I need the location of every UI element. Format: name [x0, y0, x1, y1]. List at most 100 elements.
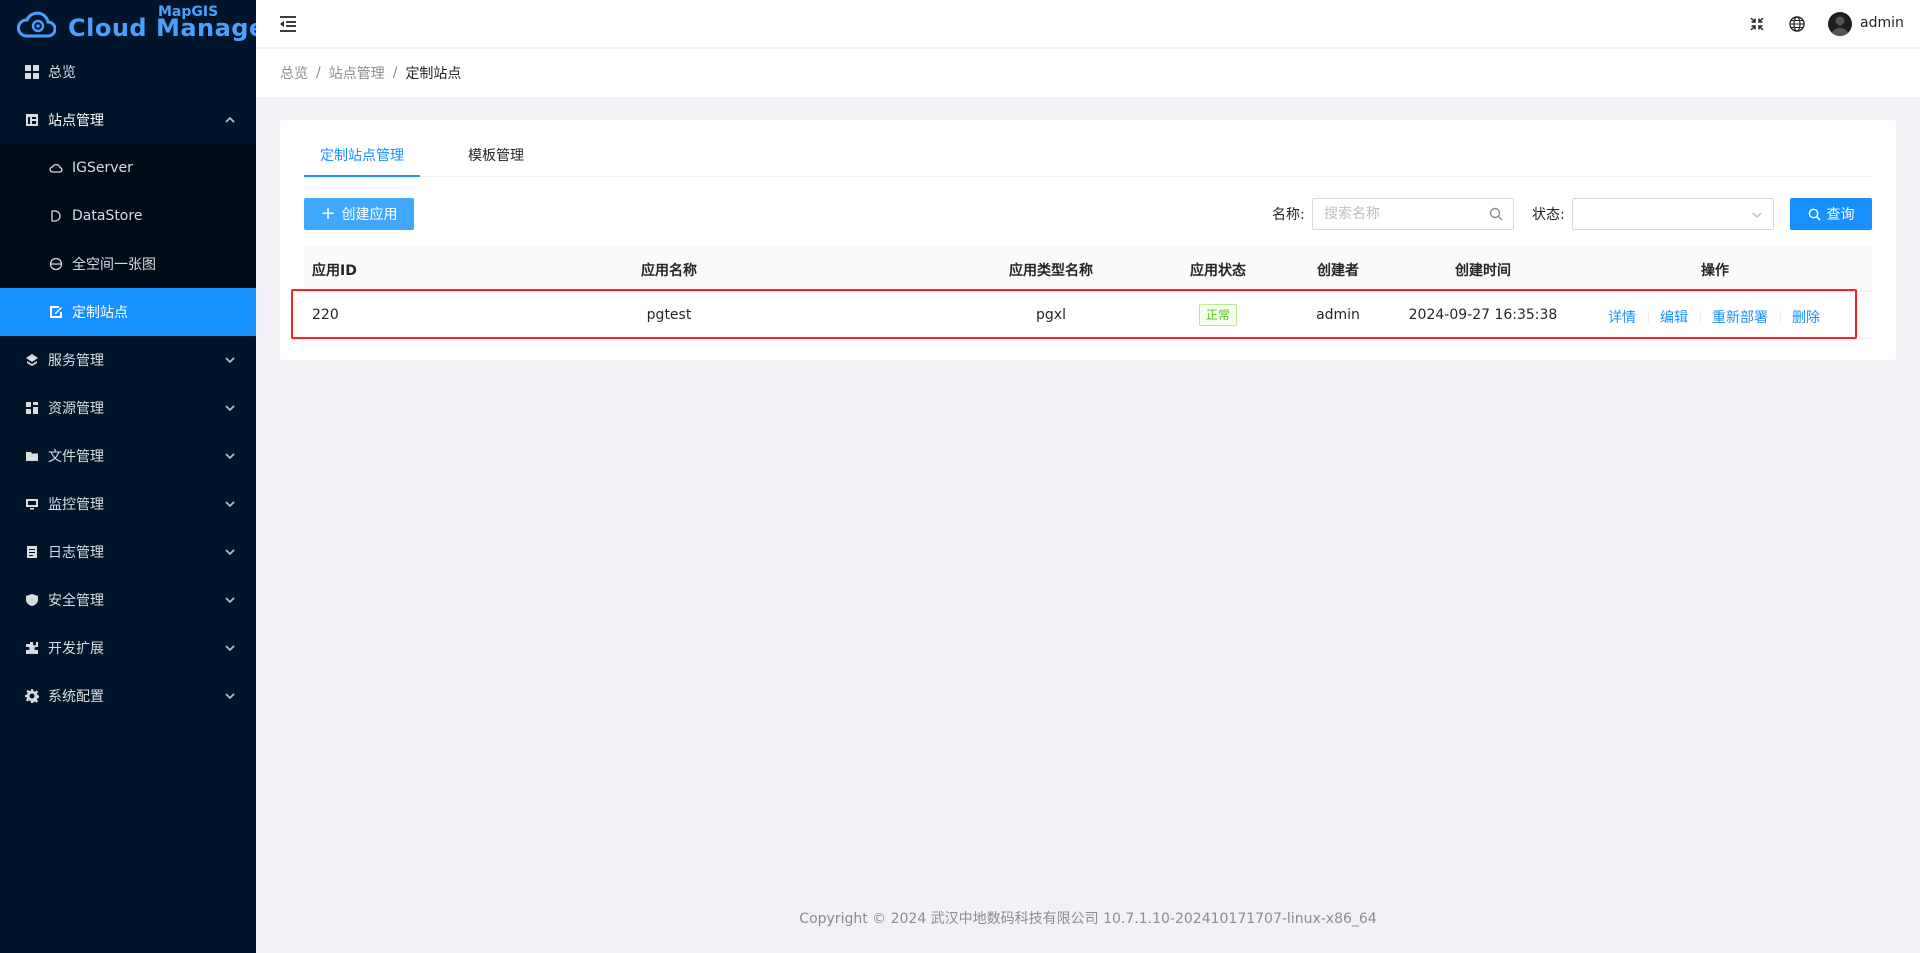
- sidebar-item-resource-management[interactable]: 资源管理: [0, 384, 256, 432]
- breadcrumb-separator: /: [392, 65, 398, 81]
- sidebar-item-overview[interactable]: 总览: [0, 48, 256, 96]
- resource-icon: [24, 400, 40, 416]
- column-header[interactable]: 创建时间: [1455, 260, 1511, 280]
- tab-custom-site-management[interactable]: 定制站点管理: [320, 136, 404, 177]
- tab-active-indicator: [304, 175, 420, 177]
- column-header[interactable]: 应用ID: [312, 260, 357, 280]
- top-header: admin: [256, 0, 1920, 48]
- name-filter-label: 名称:: [1272, 207, 1305, 223]
- chevron-down-icon: [224, 690, 236, 702]
- sidebar: MapGIS Cloud Manager 总览 站点管理 IGServer Da…: [0, 0, 278, 953]
- sidebar-item-label: 日志管理: [48, 545, 104, 561]
- sidebar-item-service-management[interactable]: 服务管理: [0, 336, 256, 384]
- edit-icon: [48, 304, 64, 320]
- create-app-label: 创建应用: [341, 207, 398, 223]
- sidebar-item-label: 资源管理: [48, 401, 104, 417]
- sidebar-item-label: 总览: [48, 65, 76, 81]
- cell-app-id: 220: [312, 307, 339, 323]
- fullscreen-exit-icon[interactable]: [1748, 15, 1766, 33]
- user-avatar-icon: [1831, 16, 1849, 36]
- chevron-down-icon: [224, 498, 236, 510]
- breadcrumb-separator: /: [316, 65, 321, 81]
- column-header[interactable]: 应用名称: [641, 260, 697, 280]
- datastore-icon: [48, 208, 64, 224]
- sidebar-item-log-management[interactable]: 日志管理: [0, 528, 256, 576]
- globe-language-icon[interactable]: [1788, 15, 1806, 33]
- footer-copyright: Copyright © 2024 武汉中地数码科技有限公司 10.7.1.10-…: [799, 911, 1377, 927]
- sidebar-subitem-igserver[interactable]: IGServer: [0, 144, 256, 192]
- sidebar-item-label: 定制站点: [72, 305, 128, 321]
- chevron-down-icon: [224, 546, 236, 558]
- column-header[interactable]: 创建者: [1317, 260, 1359, 280]
- sidebar-item-label: 服务管理: [48, 353, 104, 369]
- tab-template-management[interactable]: 模板管理: [468, 136, 524, 177]
- sidebar-item-label: 全空间一张图: [72, 257, 156, 273]
- cloud-icon: [48, 160, 64, 176]
- status-badge: 正常: [1198, 304, 1238, 326]
- breadcrumb-current: 定制站点: [405, 66, 462, 82]
- action-divider: [1700, 310, 1701, 324]
- chevron-down-icon: [1752, 212, 1762, 218]
- chevron-down-icon: [224, 642, 236, 654]
- avatar[interactable]: [1828, 12, 1852, 36]
- sidebar-subitem-fullspace-map[interactable]: 全空间一张图: [0, 240, 256, 288]
- cell-app-name: pgtest: [646, 307, 692, 323]
- logo[interactable]: MapGIS Cloud Manager: [0, 0, 278, 48]
- site-icon: [24, 112, 40, 128]
- cell-app-type: pgxl: [1036, 307, 1066, 323]
- status-filter-label: 状态:: [1532, 207, 1565, 223]
- name-search-input[interactable]: [1324, 205, 1484, 223]
- sidebar-item-label: 安全管理: [48, 593, 104, 609]
- detail-link[interactable]: 详情: [1608, 307, 1636, 327]
- name-search-box[interactable]: [1312, 198, 1514, 230]
- breadcrumb: 总览 / 站点管理 / 定制站点: [256, 49, 1920, 97]
- create-app-button[interactable]: + 创建应用: [304, 198, 414, 230]
- username-label[interactable]: admin: [1860, 15, 1904, 31]
- query-button[interactable]: 查询: [1790, 198, 1872, 230]
- sidebar-subitem-datastore[interactable]: DataStore: [0, 192, 256, 240]
- sidebar-item-file-management[interactable]: 文件管理: [0, 432, 256, 480]
- chevron-down-icon: [224, 402, 236, 414]
- column-header: 操作: [1701, 263, 1729, 279]
- log-icon: [24, 544, 40, 560]
- sidebar-item-dev-extension[interactable]: 开发扩展: [0, 624, 256, 672]
- menu-fold-icon[interactable]: [278, 14, 298, 34]
- folder-icon: [24, 448, 40, 464]
- globe-icon: [48, 256, 64, 272]
- service-icon: [24, 352, 40, 368]
- shield-icon: [24, 592, 40, 608]
- query-label: 查询: [1826, 207, 1855, 223]
- breadcrumb-item[interactable]: 站点管理: [329, 63, 385, 83]
- table-header: 应用ID 应用名称 应用类型名称 应用状态 创建者 创建时间 操作: [304, 246, 1872, 292]
- cell-created-time: 2024-09-27 16:35:38: [1408, 307, 1558, 323]
- redeploy-link[interactable]: 重新部署: [1712, 307, 1768, 327]
- sidebar-item-security-management[interactable]: 安全管理: [0, 576, 256, 624]
- plus-icon: +: [320, 203, 336, 224]
- chevron-down-icon: [224, 594, 236, 606]
- gear-icon: [24, 688, 40, 704]
- sidebar-item-monitor-management[interactable]: 监控管理: [0, 480, 256, 528]
- sidebar-subitem-custom-site[interactable]: 定制站点: [0, 288, 256, 336]
- search-icon[interactable]: [1489, 207, 1503, 221]
- sidebar-item-system-config[interactable]: 系统配置: [0, 672, 256, 720]
- sidebar-item-label: 站点管理: [48, 113, 104, 129]
- plugin-icon: [24, 640, 40, 656]
- content-card: 定制站点管理 模板管理 + 创建应用 名称: 状态: 查询 应用ID 应用名称 …: [280, 120, 1896, 360]
- action-divider: [1648, 310, 1649, 324]
- search-icon: [1808, 208, 1821, 221]
- breadcrumb-item[interactable]: 总览: [280, 63, 308, 83]
- monitor-icon: [24, 496, 40, 512]
- cloud-gear-logo-icon: [17, 11, 56, 38]
- sidebar-item-site-management[interactable]: 站点管理: [0, 96, 256, 144]
- tab-bar: 定制站点管理 模板管理: [304, 136, 1872, 177]
- column-header[interactable]: 应用状态: [1190, 260, 1246, 280]
- table-row: 220 pgtest pgxl 正常 admin 2024-09-27 16:3…: [304, 293, 1872, 339]
- edit-link[interactable]: 编辑: [1660, 307, 1688, 327]
- sidebar-item-label: 开发扩展: [48, 641, 104, 657]
- status-select[interactable]: [1572, 198, 1774, 230]
- column-header[interactable]: 应用类型名称: [1009, 260, 1093, 280]
- sidebar-item-label: 文件管理: [48, 449, 104, 465]
- sidebar-item-label: DataStore: [72, 208, 143, 224]
- sidebar-item-label: IGServer: [72, 160, 133, 176]
- delete-link[interactable]: 删除: [1792, 307, 1820, 327]
